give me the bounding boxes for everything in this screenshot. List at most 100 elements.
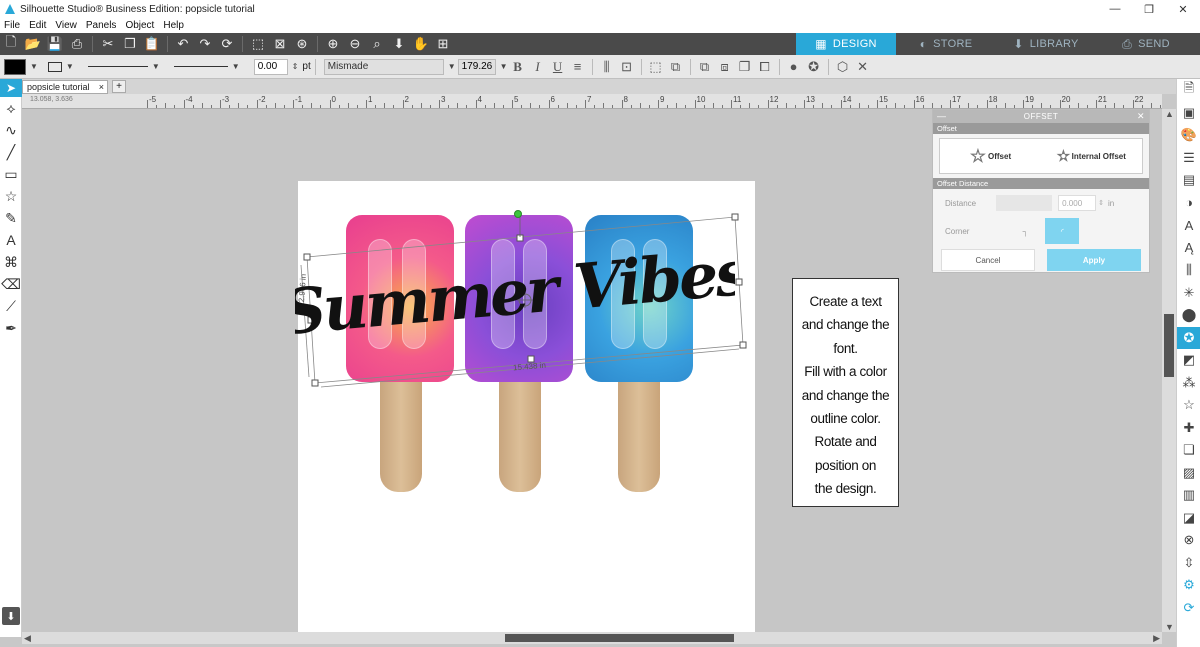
underline-button[interactable]: U xyxy=(548,57,568,77)
text-style-icon[interactable]: A xyxy=(1177,214,1200,237)
curve-tool-icon[interactable]: ∿ xyxy=(0,119,22,141)
puzzle-icon[interactable]: ✚ xyxy=(1177,417,1200,440)
color-palette-icon[interactable]: 🎨 xyxy=(1177,124,1200,147)
chevron-down-icon[interactable]: ▼ xyxy=(30,62,38,71)
menu-object[interactable]: Object xyxy=(125,20,154,31)
align-icon[interactable]: ⫼ xyxy=(1177,259,1200,282)
resize-handle[interactable] xyxy=(739,341,747,349)
new-file-icon[interactable]: 🗋 xyxy=(0,34,22,54)
bring-forward-icon[interactable]: ❐ xyxy=(735,57,755,77)
line-tool-icon[interactable]: ╱ xyxy=(0,141,22,163)
menu-view[interactable]: View xyxy=(55,20,77,31)
scroll-up-icon[interactable]: ▲ xyxy=(1165,109,1174,119)
menu-edit[interactable]: Edit xyxy=(29,20,46,31)
tab-library[interactable]: ⬇ LIBRARY xyxy=(996,33,1096,55)
print-icon[interactable]: ⎙ xyxy=(66,34,88,54)
refresh-icon[interactable]: ⟳ xyxy=(216,34,238,54)
delete-x-icon[interactable]: ✕ xyxy=(853,57,873,77)
line-weight-input[interactable] xyxy=(253,58,288,75)
document-tab[interactable]: popsicle tutorial × xyxy=(22,80,108,94)
bold-button[interactable]: B xyxy=(508,57,528,77)
layers-icon[interactable]: ❏ xyxy=(1177,439,1200,462)
nesting-icon[interactable]: ⊗ xyxy=(1177,529,1200,552)
align-center-icon[interactable]: ⫼ xyxy=(597,57,617,77)
sync-icon[interactable]: ⟳ xyxy=(1177,597,1200,620)
distance-slider[interactable] xyxy=(996,195,1053,211)
distance-input[interactable] xyxy=(1058,195,1097,211)
select-all-icon[interactable]: ⬚ xyxy=(247,34,269,54)
pencil-icon[interactable]: ✎ xyxy=(0,207,22,229)
select-by-color-icon[interactable]: ⊛ xyxy=(291,34,313,54)
eyedropper-icon[interactable]: ✒ xyxy=(0,317,22,339)
tab-send[interactable]: ⎙ SEND xyxy=(1096,33,1196,55)
center-page-icon[interactable]: ⊡ xyxy=(617,57,637,77)
horizontal-scrollbar[interactable]: ◀ ▶ xyxy=(22,632,1162,644)
knife-icon[interactable]: ⟋ xyxy=(0,295,22,317)
vertical-scrollbar[interactable]: ▲ ▼ xyxy=(1162,109,1176,632)
select-arrow-icon[interactable]: ➤ xyxy=(0,79,22,97)
3d-fold-icon[interactable]: ◪ xyxy=(1177,507,1200,530)
eraser-icon[interactable]: ⌫ xyxy=(0,273,22,295)
chevron-down-icon[interactable]: ▼ xyxy=(232,62,240,71)
send-to-back-icon[interactable]: ⧈ xyxy=(715,57,735,77)
text-tool-icon[interactable]: A xyxy=(0,229,22,251)
replicate-icon[interactable]: ✳ xyxy=(1177,282,1200,305)
group-icon[interactable]: ⬚ xyxy=(646,57,666,77)
download-icon[interactable]: ⬇ xyxy=(2,607,20,625)
fill-color-swatch[interactable] xyxy=(4,58,26,75)
rectangle-tool-icon[interactable]: ▭ xyxy=(0,163,22,185)
sketch-icon[interactable]: ⁂ xyxy=(1177,372,1200,395)
menu-panels[interactable]: Panels xyxy=(86,20,117,31)
polygon-star-icon[interactable]: ☆ xyxy=(0,185,22,207)
undo-icon[interactable]: ↶ xyxy=(172,34,194,54)
zoom-in-icon[interactable]: ⊕ xyxy=(322,34,344,54)
text-to-path-icon[interactable]: Ą xyxy=(1177,237,1200,260)
deselect-icon[interactable]: ⊠ xyxy=(269,34,291,54)
fit-to-page-icon[interactable]: ⊞ xyxy=(432,34,454,54)
tab-store[interactable]: ◐ STORE xyxy=(896,33,996,55)
pixscan-icon[interactable]: ▣ xyxy=(1177,102,1200,125)
copy-icon[interactable]: ❐ xyxy=(119,34,141,54)
line-style-selector[interactable] xyxy=(87,66,148,67)
scroll-icon[interactable]: ⇳ xyxy=(1177,552,1200,575)
cut-icon[interactable]: ✂ xyxy=(97,34,119,54)
maximize-button[interactable]: ❐ xyxy=(1132,0,1166,18)
minimize-button[interactable]: — xyxy=(1098,0,1132,18)
menu-help[interactable]: Help xyxy=(163,20,184,31)
settings-gear-icon[interactable]: ⚙ xyxy=(1177,574,1200,597)
chevron-down-icon[interactable]: ▼ xyxy=(66,62,74,71)
shadow-icon[interactable]: ◑ xyxy=(1177,192,1200,215)
library-save-icon[interactable]: ▥ xyxy=(1177,484,1200,507)
vertical-scroll-thumb[interactable] xyxy=(1164,314,1174,377)
close-tab-icon[interactable]: × xyxy=(99,81,104,93)
offset-star-icon[interactable]: ✪ xyxy=(804,57,824,77)
scroll-left-icon[interactable]: ◀ xyxy=(24,633,31,644)
resize-handle[interactable] xyxy=(731,213,739,221)
scroll-down-icon[interactable]: ▼ xyxy=(1165,622,1174,632)
line-style-icon[interactable]: ☰ xyxy=(1177,147,1200,170)
trace-icon[interactable]: ◩ xyxy=(1177,349,1200,372)
offset-panel-title-bar[interactable]: — OFFSET ✕ xyxy=(933,110,1149,123)
open-folder-icon[interactable]: 📂 xyxy=(22,34,44,54)
hatch-fill-icon[interactable]: ▨ xyxy=(1177,462,1200,485)
ungroup-icon[interactable]: ⧉ xyxy=(666,57,686,77)
scroll-right-icon[interactable]: ▶ xyxy=(1153,633,1160,644)
fill-bucket-icon[interactable]: ⌘ xyxy=(0,251,22,273)
resize-handle[interactable] xyxy=(311,379,319,387)
add-tab-button[interactable]: + xyxy=(112,80,126,93)
font-size-input[interactable] xyxy=(457,58,496,75)
close-window-button[interactable]: ✕ xyxy=(1166,0,1200,18)
hand-pan-icon[interactable]: ✋ xyxy=(410,34,432,54)
italic-button[interactable]: I xyxy=(528,57,548,77)
pan-down-icon[interactable]: ⬇ xyxy=(388,34,410,54)
align-left-icon[interactable]: ≡ xyxy=(568,57,588,77)
cancel-button[interactable]: Cancel xyxy=(941,249,1036,271)
chevron-down-icon[interactable]: ▼ xyxy=(500,62,508,71)
paste-icon[interactable]: 📋 xyxy=(141,34,163,54)
send-backward-icon[interactable]: ⧠ xyxy=(755,57,775,77)
line-color-swatch[interactable] xyxy=(47,61,62,72)
3d-box-icon[interactable]: ⬡ xyxy=(833,57,853,77)
apply-button[interactable]: Apply xyxy=(1047,249,1141,271)
rhinestone-icon[interactable]: ☆ xyxy=(1177,394,1200,417)
page-setup-icon[interactable]: 🗎 xyxy=(1177,79,1200,102)
